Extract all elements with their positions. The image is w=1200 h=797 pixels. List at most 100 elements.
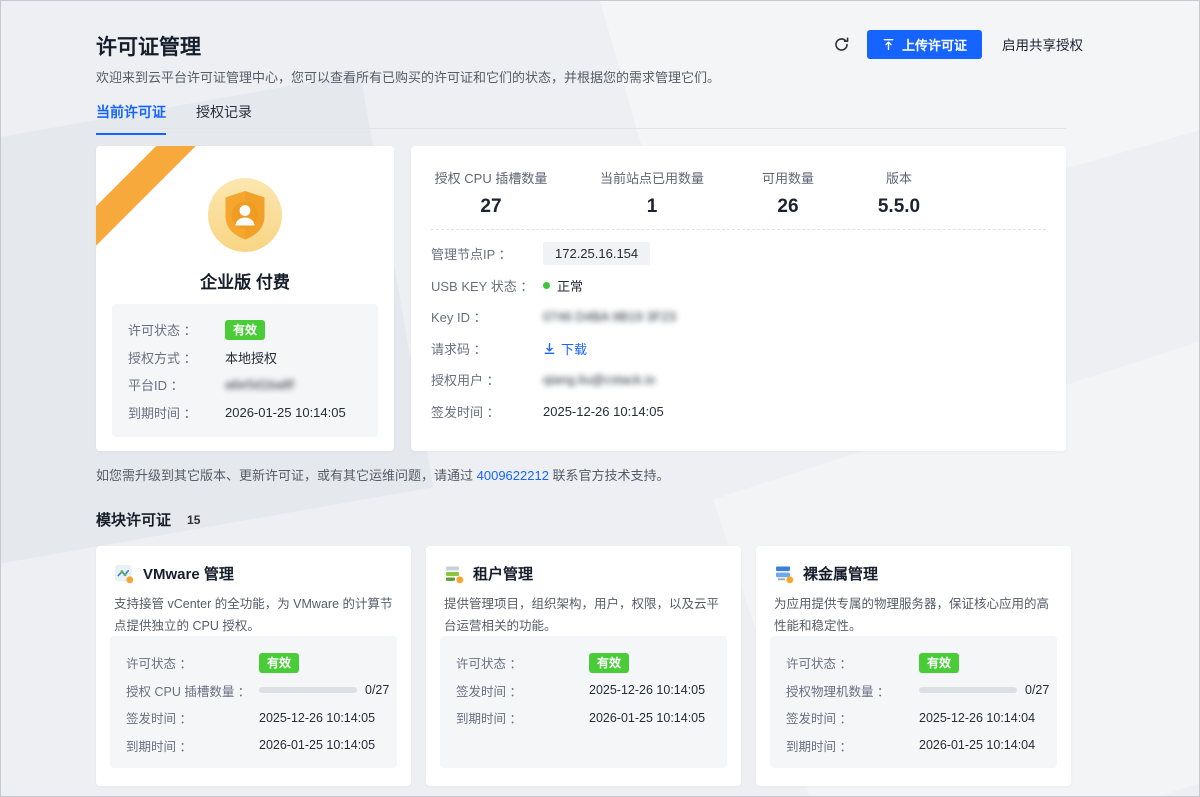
module-card-tenant: 租户管理 提供管理项目，组织架构，用户，权限，以及云平台运营相关的功能。 许可状…: [426, 546, 741, 786]
field-label: 管理节点IP ：: [431, 244, 543, 263]
field-label: 签发时间 ：: [456, 681, 589, 700]
module-issue-row: 签发时间 ： 2025-12-26 10:14:05: [456, 677, 711, 705]
tab-current-license[interactable]: 当前许可证: [96, 102, 166, 135]
field-value: 2026-01-25 10:14:05: [225, 405, 346, 420]
status-badge: 有效: [225, 320, 265, 340]
field-label: 签发时间 ：: [126, 708, 259, 727]
page-subtitle: 欢迎来到云平台许可证管理中心，您可以查看所有已购买的许可证和它们的状态，并根据您…: [96, 67, 720, 86]
field-label: 授权物理机数量 ：: [786, 681, 919, 700]
header-actions: 上传许可证 启用共享授权: [833, 29, 1083, 59]
upload-license-label: 上传许可证: [902, 35, 967, 54]
module-title: VMware 管理: [143, 563, 234, 584]
key-id-row: Key ID ： 0746 D4BA 9B19 3F23: [431, 301, 1046, 333]
field-label: 授权 CPU 插槽数量 ：: [126, 681, 259, 700]
module-status-row: 许可状态 ： 有效: [456, 649, 711, 677]
field-label: 请求码 ：: [431, 339, 543, 358]
tab-auth-records[interactable]: 授权记录: [196, 102, 252, 135]
status-badge: 有效: [259, 653, 299, 673]
upload-license-button[interactable]: 上传许可证: [867, 30, 982, 59]
module-description: 为应用提供专属的物理服务器，保证核心应用的高性能和稳定性。: [756, 584, 1071, 638]
page-title: 许可证管理: [96, 31, 201, 61]
key-id-value-redacted: 0746 D4BA 9B19 3F23: [543, 309, 676, 324]
module-detail-panel: 许可状态 ： 有效 授权 CPU 插槽数量 ： 0/27 签发时间 ： 2025…: [110, 636, 397, 768]
download-icon: [543, 342, 556, 355]
field-label: 许可状态 ：: [456, 653, 589, 672]
module-detail-panel: 许可状态 ： 有效 签发时间 ： 2025-12-26 10:14:05 到期时…: [440, 636, 727, 768]
field-label: 许可状态 ：: [128, 320, 225, 339]
expire-time-row: 到期时间 ： 2026-01-25 10:14:05: [128, 399, 362, 427]
quota-value: 0/27: [1025, 683, 1049, 697]
field-label: 到期时间 ：: [128, 403, 225, 422]
status-badge: 有效: [589, 653, 629, 673]
support-note-text: 如您需升级到其它版本、更新许可证，或有其它运维问题，请通过: [96, 468, 477, 483]
status-badge: 有效: [919, 653, 959, 673]
stat-available-count: 可用数量 26: [753, 168, 823, 218]
upload-icon: [882, 38, 895, 51]
enable-shared-auth-button[interactable]: 启用共享授权: [1002, 34, 1083, 54]
quota-progress-bar: [919, 687, 1017, 693]
module-title: 租户管理: [473, 563, 533, 584]
stat-label: 可用数量: [753, 168, 823, 187]
field-label: 到期时间 ：: [786, 736, 919, 755]
modules-count-badge: 15: [180, 511, 207, 529]
module-issue-row: 签发时间 ： 2025-12-26 10:14:04: [786, 704, 1041, 732]
license-summary-card: 企业版 付费 许可状态 ： 有效 授权方式 ： 本地授权 平台ID ： a6e5…: [96, 146, 394, 451]
platform-id-value-redacted: a6e5d1ba8f: [225, 377, 294, 392]
license-details-list: 管理节点IP ： 172.25.16.154 USB KEY 状态 ： 正常 K…: [431, 238, 1046, 427]
field-label: 授权用户 ：: [431, 370, 543, 389]
support-note-text: 联系官方技术支持。: [549, 468, 670, 483]
mgmt-ip-row: 管理节点IP ： 172.25.16.154: [431, 238, 1046, 270]
stat-cpu-sockets: 授权 CPU 插槽数量 27: [431, 168, 551, 218]
field-value: 2026-01-25 10:14:04: [919, 738, 1035, 752]
dashed-divider: [431, 229, 1046, 230]
issue-time-row: 签发时间 ： 2025-12-26 10:14:05: [431, 396, 1046, 428]
stat-label: 版本: [869, 168, 929, 187]
license-status-row: 许可状态 ： 有效: [128, 316, 362, 344]
field-value: 2025-12-26 10:14:05: [589, 683, 705, 697]
license-stats-card: 授权 CPU 插槽数量 27 当前站点已用数量 1 可用数量 26 版本 5.5…: [411, 146, 1066, 451]
field-value: 本地授权: [225, 348, 277, 367]
stat-value: 5.5.0: [869, 196, 929, 218]
stat-label: 当前站点已用数量: [597, 168, 707, 187]
field-label: 签发时间 ：: [431, 402, 543, 421]
support-phone-link[interactable]: 4009622212: [477, 468, 549, 483]
usb-key-status-row: USB KEY 状态 ： 正常: [431, 270, 1046, 302]
status-dot-green: [543, 282, 550, 289]
stat-value: 26: [753, 196, 823, 218]
module-quota-row: 授权 CPU 插槽数量 ： 0/27: [126, 677, 381, 705]
stat-value: 27: [431, 196, 551, 218]
vmware-module-icon: [114, 564, 134, 584]
auth-mode-row: 授权方式 ： 本地授权: [128, 344, 362, 372]
field-value: 2025-12-26 10:14:05: [543, 404, 664, 419]
tab-bar: 当前许可证 授权记录: [96, 102, 252, 135]
license-management-page: 许可证管理 欢迎来到云平台许可证管理中心，您可以查看所有已购买的许可证和它们的状…: [0, 0, 1200, 797]
quota-progress-bar: [259, 687, 357, 693]
request-code-row: 请求码 ： 下载: [431, 333, 1046, 365]
module-status-row: 许可状态 ： 有效: [786, 649, 1041, 677]
platform-id-row: 平台ID ： a6e5d1ba8f: [128, 371, 362, 399]
refresh-icon[interactable]: [833, 35, 851, 53]
stat-label: 授权 CPU 插槽数量: [431, 168, 551, 187]
module-expire-row: 到期时间 ： 2026-01-25 10:14:05: [126, 732, 381, 760]
stat-value: 1: [597, 196, 707, 218]
field-label: 签发时间 ：: [786, 708, 919, 727]
field-label: 许可状态 ：: [786, 653, 919, 672]
download-link-label: 下载: [561, 339, 587, 358]
module-description: 支持接管 vCenter 的全功能，为 VMware 的计算节点提供独立的 CP…: [96, 584, 411, 638]
tenant-module-icon: [444, 564, 464, 584]
field-value: 2025-12-26 10:14:04: [919, 711, 1035, 725]
auth-user-value-redacted: qiang.liu@cstack.io: [543, 372, 655, 387]
baremetal-module-icon: [774, 564, 794, 584]
license-detail-panel: 许可状态 ： 有效 授权方式 ： 本地授权 平台ID ： a6e5d1ba8f …: [112, 304, 378, 437]
support-note: 如您需升级到其它版本、更新许可证，或有其它运维问题，请通过 4009622212…: [96, 465, 670, 484]
field-label: 许可状态 ：: [126, 653, 259, 672]
shield-user-badge-icon: [208, 178, 282, 257]
module-expire-row: 到期时间 ： 2026-01-25 10:14:04: [786, 732, 1041, 760]
module-expire-row: 到期时间 ： 2026-01-25 10:14:05: [456, 704, 711, 732]
modules-section-header: 模块许可证 15: [96, 509, 207, 530]
module-title: 裸金属管理: [803, 563, 878, 584]
stat-version: 版本 5.5.0: [869, 168, 929, 218]
download-request-code-link[interactable]: 下载: [543, 339, 587, 358]
field-label: 到期时间 ：: [126, 736, 259, 755]
module-issue-row: 签发时间 ： 2025-12-26 10:14:05: [126, 704, 381, 732]
